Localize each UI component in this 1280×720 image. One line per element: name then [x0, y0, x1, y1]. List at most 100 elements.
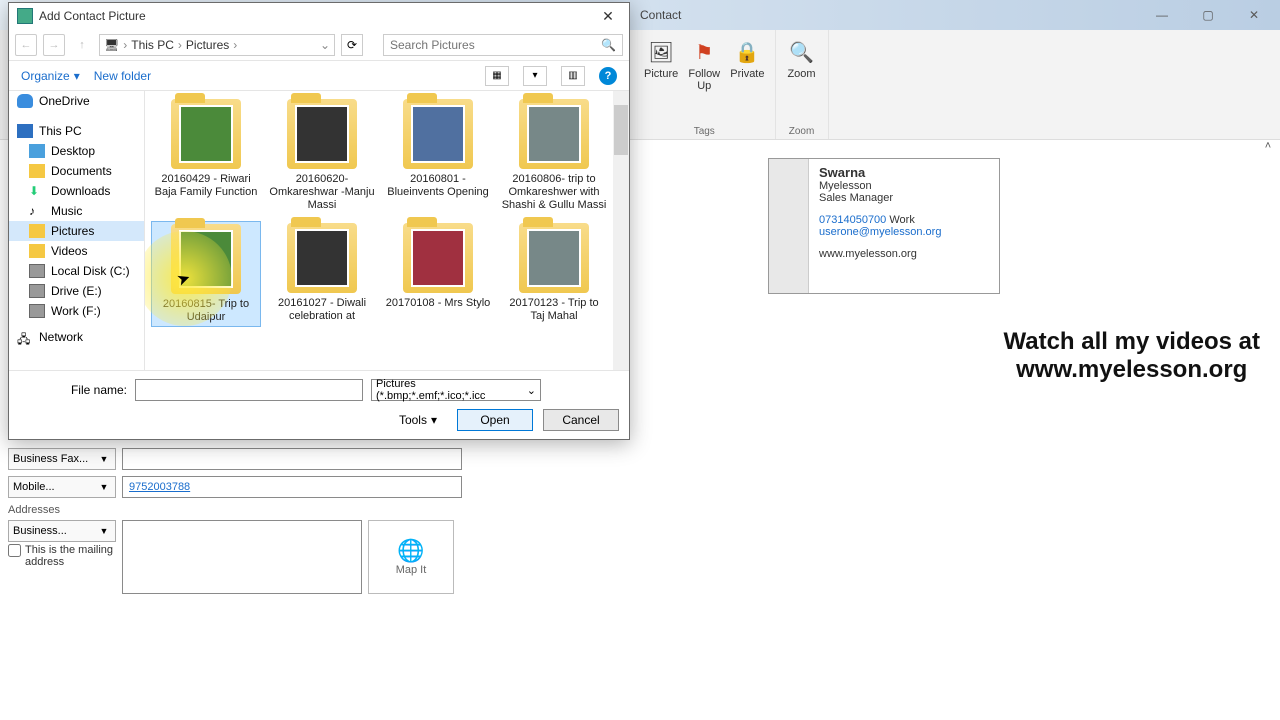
folder-item[interactable]: 20160620- Omkareshwar -Manju Massi: [267, 97, 377, 215]
refresh-button[interactable]: ⟳: [341, 34, 363, 56]
drive-icon: [29, 264, 45, 278]
network-icon: 🖧: [17, 330, 33, 344]
card-website: www.myelesson.org: [819, 248, 941, 260]
cloud-icon: [17, 94, 33, 108]
zoom-icon: 🔍: [786, 36, 818, 68]
mailing-address-checkbox[interactable]: [8, 544, 21, 557]
add-contact-picture-dialog: Add Contact Picture ✕ ← → ↑ 🖥 › This PC …: [8, 2, 630, 440]
dialog-close-button[interactable]: ✕: [593, 6, 623, 26]
card-email: userone@myelesson.org: [819, 226, 941, 238]
flag-icon: ⚑: [688, 36, 720, 68]
download-icon: ⬇: [29, 184, 45, 198]
videos-icon: [29, 244, 45, 258]
nav-back-button[interactable]: ←: [15, 34, 37, 56]
preview-pane-button[interactable]: ▥: [561, 66, 585, 86]
folder-item[interactable]: 20170108 - Mrs Stylo: [383, 221, 493, 327]
dialog-footer: File name: Pictures (*.bmp;*.emf;*.ico;*…: [9, 370, 629, 439]
tree-network[interactable]: 🖧Network: [9, 327, 144, 347]
folder-item[interactable]: 20170123 - Trip to Taj Mahal: [499, 221, 609, 327]
lock-icon: 🔒: [731, 36, 763, 68]
dialog-icon: [17, 8, 33, 24]
bg-minimize-icon[interactable]: —: [1140, 4, 1184, 26]
chevron-down-icon[interactable]: ⌄: [320, 38, 330, 52]
filename-label: File name:: [19, 383, 127, 397]
new-folder-button[interactable]: New folder: [94, 69, 151, 83]
dialog-titlebar: Add Contact Picture ✕: [9, 3, 629, 29]
breadcrumb[interactable]: 🖥 › This PC › Pictures › ⌄: [99, 34, 335, 56]
tree-localc[interactable]: Local Disk (C:): [9, 261, 144, 281]
organize-menu[interactable]: Organize ▾: [21, 69, 80, 83]
desktop-icon: [29, 144, 45, 158]
card-name: Swarna: [819, 165, 941, 180]
file-list-pane[interactable]: ➤ 20160429 - Riwari Baja Family Function…: [145, 91, 629, 370]
card-title: Sales Manager: [819, 192, 941, 204]
search-icon: 🔍: [601, 38, 616, 52]
business-fax-selector[interactable]: Business Fax...▼: [8, 448, 116, 470]
pc-icon: [17, 124, 33, 138]
video-watermark: Watch all my videos at www.myelesson.org: [1003, 328, 1260, 384]
cancel-button[interactable]: Cancel: [543, 409, 619, 431]
addresses-label: Addresses: [8, 504, 498, 516]
tree-music[interactable]: ♪Music: [9, 201, 144, 221]
bg-window-title: Contact: [640, 8, 681, 22]
ribbon-picture[interactable]: 🖼Picture: [644, 36, 678, 92]
folder-item[interactable]: 20160806- trip to Omkareshwer with Shash…: [499, 97, 609, 215]
tree-desktop[interactable]: Desktop: [9, 141, 144, 161]
dialog-title: Add Contact Picture: [39, 9, 146, 23]
chevron-down-icon: ⌄: [527, 384, 536, 397]
tree-workf[interactable]: Work (F:): [9, 301, 144, 321]
music-icon: ♪: [29, 204, 45, 218]
pc-icon: 🖥: [104, 38, 119, 52]
tools-menu[interactable]: Tools ▾: [399, 413, 437, 427]
folder-tree[interactable]: OneDrive This PC Desktop Documents ⬇Down…: [9, 91, 145, 370]
tree-videos[interactable]: Videos: [9, 241, 144, 261]
address-textarea[interactable]: [122, 520, 362, 594]
view-mode-button[interactable]: ▦: [485, 66, 509, 86]
folder-item[interactable]: 20160429 - Riwari Baja Family Function: [151, 97, 261, 215]
chevron-down-icon: ▾: [431, 413, 437, 427]
map-it-button[interactable]: 🌐 Map It: [368, 520, 454, 594]
ribbon-group-zoom: Zoom: [789, 126, 815, 137]
filename-input[interactable]: [135, 379, 363, 401]
drive-icon: [29, 304, 45, 318]
bg-close-icon[interactable]: ✕: [1232, 4, 1276, 26]
help-button[interactable]: ?: [599, 67, 617, 85]
view-dropdown[interactable]: ▾: [523, 66, 547, 86]
ribbon-followup[interactable]: ⚑Follow Up: [688, 36, 720, 92]
folder-icon: [29, 164, 45, 178]
pictures-icon: [29, 224, 45, 238]
ribbon-group-tags: Tags: [694, 126, 715, 137]
drive-icon: [29, 284, 45, 298]
mobile-input[interactable]: [122, 476, 462, 498]
chevron-down-icon: ▾: [74, 69, 80, 83]
search-input[interactable]: [390, 38, 601, 52]
open-button[interactable]: Open: [457, 409, 533, 431]
tree-downloads[interactable]: ⬇Downloads: [9, 181, 144, 201]
tree-onedrive[interactable]: OneDrive: [9, 91, 144, 111]
business-fax-input[interactable]: [122, 448, 462, 470]
ribbon-zoom[interactable]: 🔍Zoom: [786, 36, 818, 80]
contact-form-section: Business Fax...▼ Mobile...▼ Addresses Bu…: [8, 448, 498, 594]
folder-item-selected[interactable]: 20160815- Trip to Udaipur: [151, 221, 261, 327]
dropdown-icon: ▼: [97, 454, 111, 464]
card-phone: 07314050700: [819, 214, 886, 226]
dropdown-icon: ▼: [97, 482, 111, 492]
nav-forward-button[interactable]: →: [43, 34, 65, 56]
file-scrollbar[interactable]: [613, 91, 629, 370]
folder-item[interactable]: 20160801 - Blueinvents Opening: [383, 97, 493, 215]
address-type-selector[interactable]: Business...▼: [8, 520, 116, 542]
tree-documents[interactable]: Documents: [9, 161, 144, 181]
ribbon-collapse-icon[interactable]: ˄: [1260, 140, 1276, 156]
tree-pictures[interactable]: Pictures: [9, 221, 144, 241]
ribbon-private[interactable]: 🔒Private: [730, 36, 764, 92]
mobile-selector[interactable]: Mobile...▼: [8, 476, 116, 498]
contact-photo-placeholder: [769, 159, 809, 293]
picture-icon: 🖼: [645, 36, 677, 68]
folder-item[interactable]: 20161027 - Diwali celebration at: [267, 221, 377, 327]
bg-maximize-icon[interactable]: ▢: [1186, 4, 1230, 26]
file-filter-combo[interactable]: Pictures (*.bmp;*.emf;*.ico;*.icc⌄: [371, 379, 541, 401]
tree-drivee[interactable]: Drive (E:): [9, 281, 144, 301]
nav-up-button[interactable]: ↑: [71, 34, 93, 56]
tree-thispc[interactable]: This PC: [9, 121, 144, 141]
search-box[interactable]: 🔍: [383, 34, 623, 56]
